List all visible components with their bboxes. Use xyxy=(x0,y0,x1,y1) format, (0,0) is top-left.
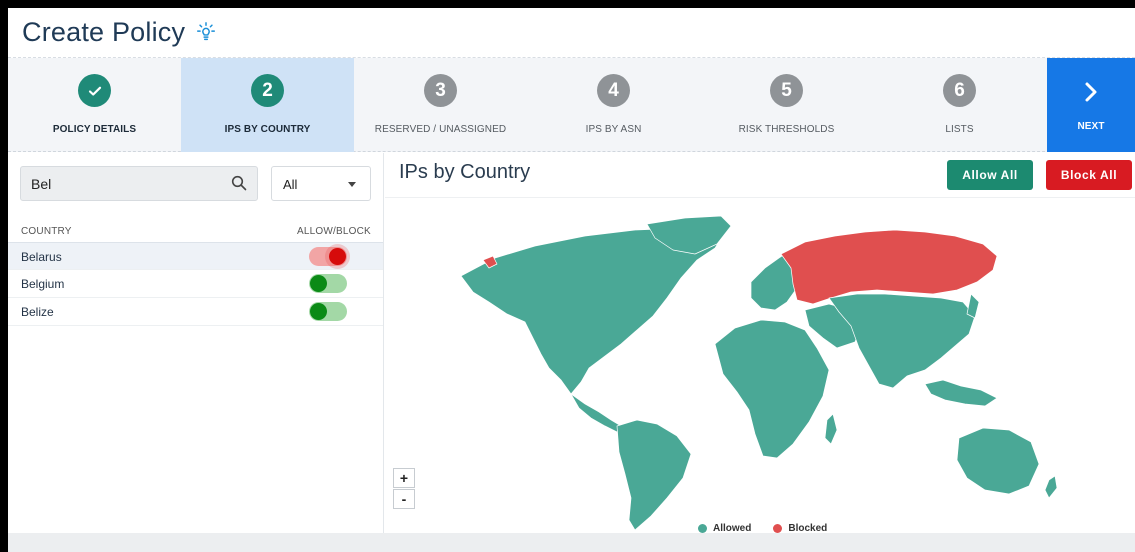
toggle-knob xyxy=(310,303,327,320)
country-name: Belize xyxy=(21,305,54,319)
chevron-down-icon xyxy=(348,182,356,187)
step-label: RISK THRESHOLDS xyxy=(738,124,835,135)
status-filter-select[interactable]: All xyxy=(271,166,371,201)
map-region-africa xyxy=(714,319,830,459)
footer-bar xyxy=(8,533,1135,552)
zoom-out-button[interactable]: - xyxy=(393,489,415,509)
policy-stepper: POLICY DETAILS 2 IPS BY COUNTRY 3 RESERV… xyxy=(8,58,1135,152)
country-row-belgium[interactable]: Belgium xyxy=(8,270,383,298)
country-search xyxy=(20,166,258,201)
country-name: Belgium xyxy=(21,277,65,291)
country-row-belize[interactable]: Belize xyxy=(8,298,383,326)
step-ips-by-country[interactable]: 2 IPS BY COUNTRY xyxy=(181,58,354,152)
map-region-southeast-asia xyxy=(924,379,998,407)
toggle-knob xyxy=(310,275,327,292)
step-number: 3 xyxy=(424,74,457,107)
search-icon[interactable] xyxy=(231,175,247,191)
allow-block-toggle[interactable] xyxy=(309,302,347,321)
step-ips-by-asn[interactable]: 4 IPS BY ASN xyxy=(527,58,700,152)
step-risk-thresholds[interactable]: 5 RISK THRESHOLDS xyxy=(700,58,873,152)
step-reserved-unassigned[interactable]: 3 RESERVED / UNASSIGNED xyxy=(354,58,527,152)
block-all-button[interactable]: Block All xyxy=(1046,160,1132,190)
map-region-central-america xyxy=(570,393,622,433)
world-map[interactable] xyxy=(385,198,1135,533)
map-region-madagascar xyxy=(824,413,838,445)
step-number: 2 xyxy=(251,74,284,107)
lightbulb-icon[interactable] xyxy=(195,21,217,44)
allow-block-toggle[interactable] xyxy=(309,247,347,266)
map-region-north-america xyxy=(460,227,726,395)
column-header-country: COUNTRY xyxy=(21,226,72,237)
column-header-allow-block: ALLOW/BLOCK xyxy=(297,226,371,237)
country-row-belarus[interactable]: Belarus xyxy=(8,242,383,270)
step-number: 5 xyxy=(770,74,803,107)
country-list: Belarus Belgium Belize xyxy=(8,242,383,326)
step-check-icon xyxy=(78,74,111,107)
filter-value: All xyxy=(283,177,298,192)
toggle-knob xyxy=(329,248,346,265)
step-label: POLICY DETAILS xyxy=(52,124,137,135)
step-number: 6 xyxy=(943,74,976,107)
legend-dot-allowed xyxy=(698,524,707,533)
next-label: NEXT xyxy=(1077,121,1105,132)
step-label: RESERVED / UNASSIGNED xyxy=(374,124,507,135)
next-button[interactable]: NEXT xyxy=(1047,58,1135,152)
step-number: 4 xyxy=(597,74,630,107)
page-title: Create Policy xyxy=(22,17,186,47)
allow-all-button[interactable]: Allow All xyxy=(947,160,1033,190)
legend-dot-blocked xyxy=(773,524,783,533)
step-label: IPS BY ASN xyxy=(585,124,642,135)
step-policy-details[interactable]: POLICY DETAILS xyxy=(8,58,181,152)
map-region-new-zealand xyxy=(1044,475,1058,499)
country-list-panel: All COUNTRY ALLOW/BLOCK Belarus Belgium … xyxy=(8,153,384,533)
country-name: Belarus xyxy=(21,250,62,264)
step-lists[interactable]: 6 LISTS xyxy=(873,58,1046,152)
map-region-australia xyxy=(956,427,1040,495)
map-region-south-america xyxy=(616,419,692,531)
map-panel: IPs by Country Allow All Block All + - A… xyxy=(385,153,1135,534)
zoom-in-button[interactable]: + xyxy=(393,468,415,488)
step-label: IPS BY COUNTRY xyxy=(224,124,311,135)
chevron-right-icon xyxy=(1076,80,1106,104)
search-input[interactable] xyxy=(31,167,221,200)
step-label: LISTS xyxy=(945,124,974,135)
allow-block-toggle[interactable] xyxy=(309,274,347,293)
map-region-russia xyxy=(780,229,998,305)
panel-title: IPs by Country xyxy=(399,161,531,183)
page-header: Create Policy xyxy=(8,8,1135,58)
map-region-japan xyxy=(966,293,980,319)
app-window: Create Policy POLICY DETAILS 2 IPS BY CO… xyxy=(8,8,1135,552)
